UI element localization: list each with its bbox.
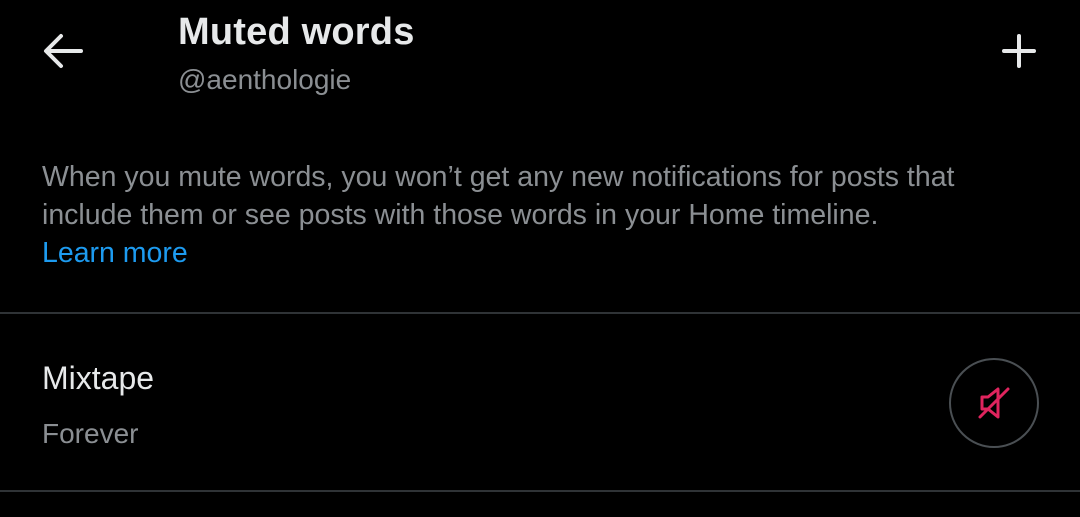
muted-words-description: When you mute words, you won’t get any n…	[42, 158, 1052, 272]
description-text: When you mute words, you won’t get any n…	[42, 161, 955, 231]
speaker-muted-icon	[978, 387, 1010, 419]
back-button[interactable]	[38, 28, 88, 74]
top-app-bar: Muted words @aenthologie	[0, 0, 1080, 130]
plus-icon	[1002, 34, 1036, 68]
title-block: Muted words @aenthologie	[178, 8, 415, 100]
divider	[0, 490, 1080, 492]
arrow-left-icon	[44, 34, 83, 68]
mute-duration: Forever	[42, 418, 139, 449]
page-title: Muted words	[178, 11, 415, 53]
add-muted-word-button[interactable]	[996, 28, 1042, 74]
unmute-button[interactable]	[949, 358, 1039, 448]
account-handle: @aenthologie	[178, 64, 352, 95]
muted-word-label: Mixtape	[42, 360, 155, 396]
muted-word-row[interactable]: Mixtape Forever	[0, 314, 1080, 490]
learn-more-link[interactable]: Learn more	[42, 234, 188, 272]
